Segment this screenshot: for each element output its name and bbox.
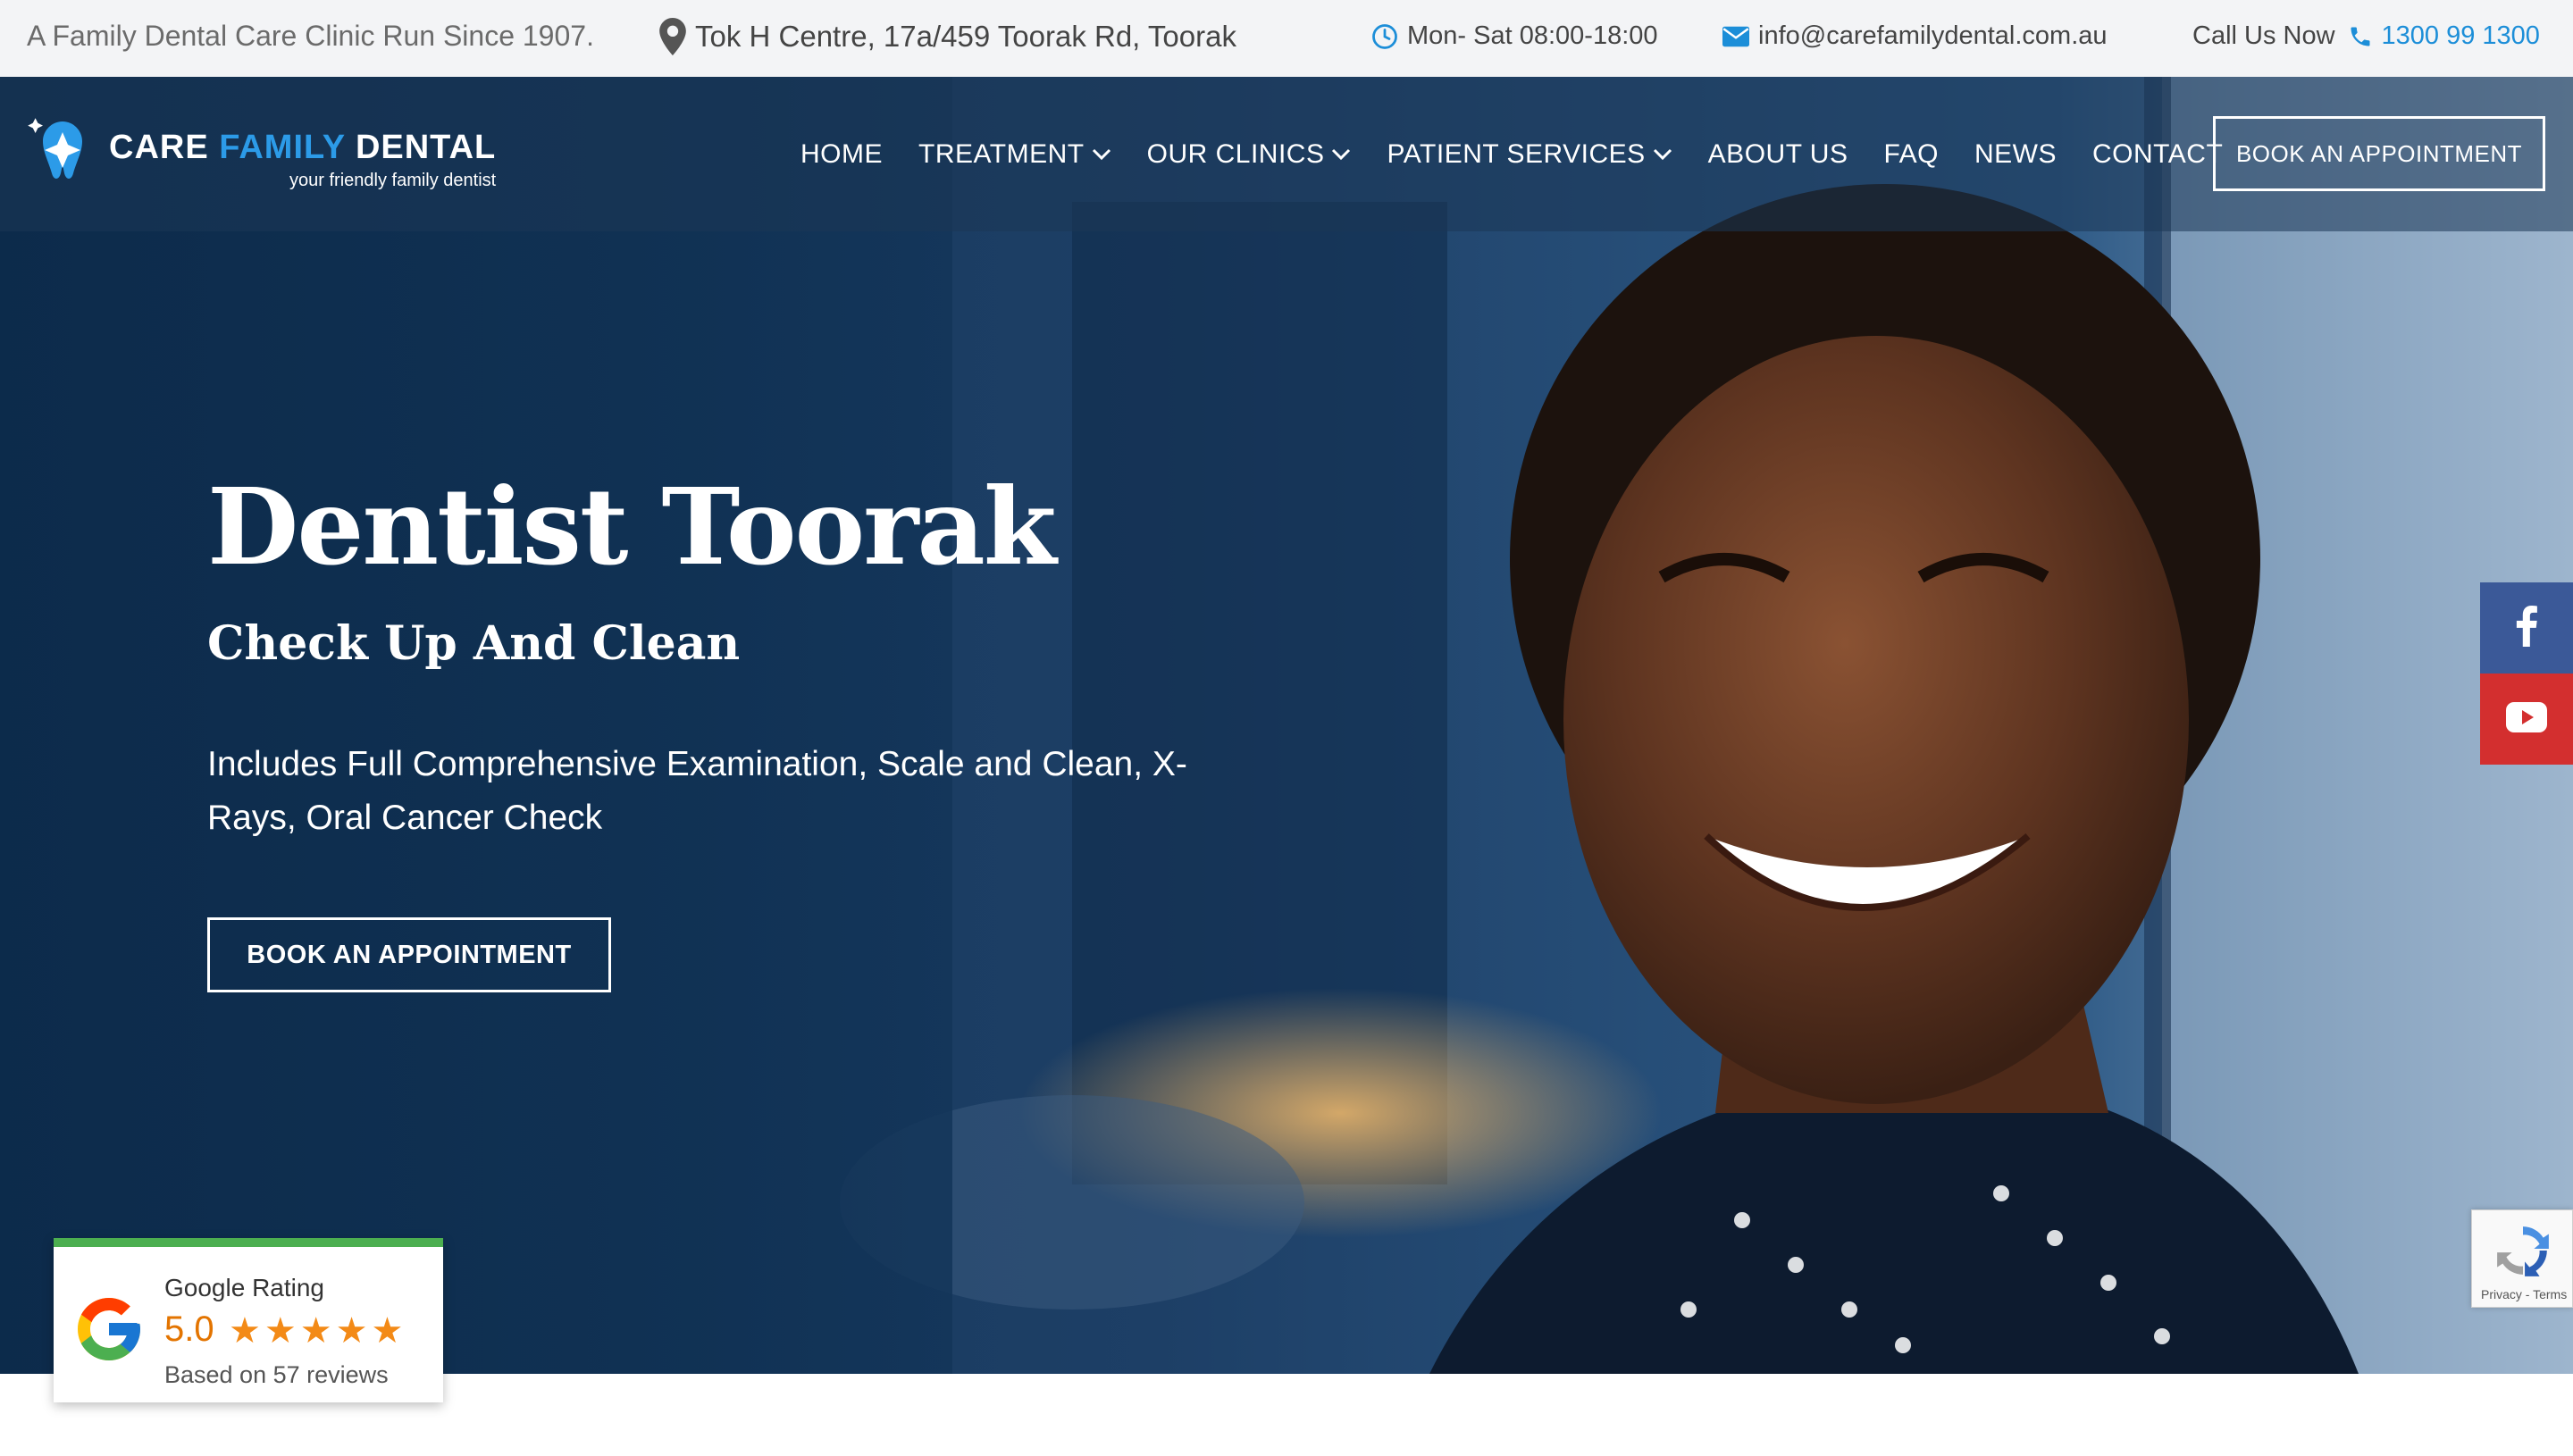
facebook-button[interactable] <box>2480 582 2573 674</box>
site-logo[interactable]: CARE FAMILY DENTAL your friendly family … <box>27 114 496 191</box>
email-link[interactable]: info@carefamilydental.com.au <box>1722 21 2108 51</box>
nav-home[interactable]: HOME <box>800 139 883 170</box>
email-text: info@carefamilydental.com.au <box>1758 21 2108 50</box>
envelope-icon <box>1722 26 1749 47</box>
opening-hours: Mon- Sat 08:00-18:00 <box>1371 21 1658 51</box>
top-info-bar: A Family Dental Care Clinic Run Since 19… <box>0 0 2573 77</box>
call-us[interactable]: Call Us Now 1300 99 1300 <box>2192 21 2540 51</box>
nav-faq[interactable]: FAQ <box>1883 139 1939 170</box>
logo-tagline: your friendly family dentist <box>289 171 497 190</box>
logo-wordmark: CARE FAMILY DENTAL <box>109 129 497 166</box>
nav-treatment[interactable]: TREATMENT <box>918 139 1111 170</box>
star-icon: ★ <box>371 1311 404 1351</box>
youtube-button[interactable] <box>2480 674 2573 765</box>
chevron-down-icon <box>1331 148 1351 161</box>
address-text: Tok H Centre, 17a/459 Toorak Rd, Toorak <box>695 20 1236 53</box>
recaptcha-icon <box>2493 1221 2552 1284</box>
clock-icon <box>1371 23 1398 50</box>
hours-text: Mon- Sat 08:00-18:00 <box>1407 21 1658 50</box>
star-icon: ★ <box>299 1311 332 1351</box>
hero-subtitle: Check Up And Clean <box>207 616 741 671</box>
book-appointment-nav-button[interactable]: BOOK AN APPOINTMENT <box>2213 116 2545 191</box>
hero-description: Includes Full Comprehensive Examination,… <box>207 745 1187 837</box>
nav-our-clinics[interactable]: OUR CLINICS <box>1147 139 1352 170</box>
facebook-icon <box>2515 605 2538 651</box>
nav-news[interactable]: NEWS <box>1974 139 2057 170</box>
call-label: Call Us Now <box>2192 21 2335 50</box>
google-rating-score: 5.0 <box>164 1310 214 1349</box>
google-g-icon <box>71 1292 147 1371</box>
map-pin-icon <box>659 18 686 55</box>
main-navbar: CARE FAMILY DENTAL your friendly family … <box>0 77 2573 231</box>
phone-number[interactable]: 1300 99 1300 <box>2382 21 2540 51</box>
star-icon: ★ <box>264 1311 297 1351</box>
chevron-down-icon <box>1092 148 1111 161</box>
phone-icon <box>2348 24 2373 49</box>
hero-title: Dentist Toorak <box>207 464 1057 589</box>
tooth-sparkle-logo-icon <box>27 114 98 190</box>
clinic-tagline: A Family Dental Care Clinic Run Since 19… <box>27 20 594 52</box>
nav-patient-services[interactable]: PATIENT SERVICES <box>1387 139 1672 170</box>
youtube-icon <box>2506 701 2547 737</box>
star-icon: ★ <box>335 1311 368 1351</box>
star-icon: ★ <box>229 1311 261 1351</box>
recaptcha-badge[interactable]: Privacy - Terms <box>2471 1209 2573 1308</box>
primary-nav: HOME TREATMENT OUR CLINICS PATIENT SERVI… <box>800 77 2259 231</box>
nav-contact[interactable]: CONTACT <box>2092 139 2223 170</box>
clinic-address[interactable]: Tok H Centre, 17a/459 Toorak Rd, Toorak <box>659 18 1236 55</box>
hero-text-overlay <box>0 77 952 1374</box>
book-appointment-hero-button[interactable]: BOOK AN APPOINTMENT <box>207 917 611 992</box>
hero-section <box>0 77 2573 1374</box>
chevron-down-icon <box>1653 148 1672 161</box>
google-rating-label: Google Rating <box>164 1274 325 1301</box>
google-rating-widget[interactable]: Google Rating 5.0 ★ ★ ★ ★ ★ Based on 57 … <box>54 1238 443 1402</box>
nav-about-us[interactable]: ABOUT US <box>1708 139 1848 170</box>
rating-stars: ★ ★ ★ ★ ★ <box>229 1311 406 1351</box>
recaptcha-privacy-terms[interactable]: Privacy - Terms <box>2481 1287 2567 1301</box>
google-review-count: Based on 57 reviews <box>164 1361 389 1388</box>
